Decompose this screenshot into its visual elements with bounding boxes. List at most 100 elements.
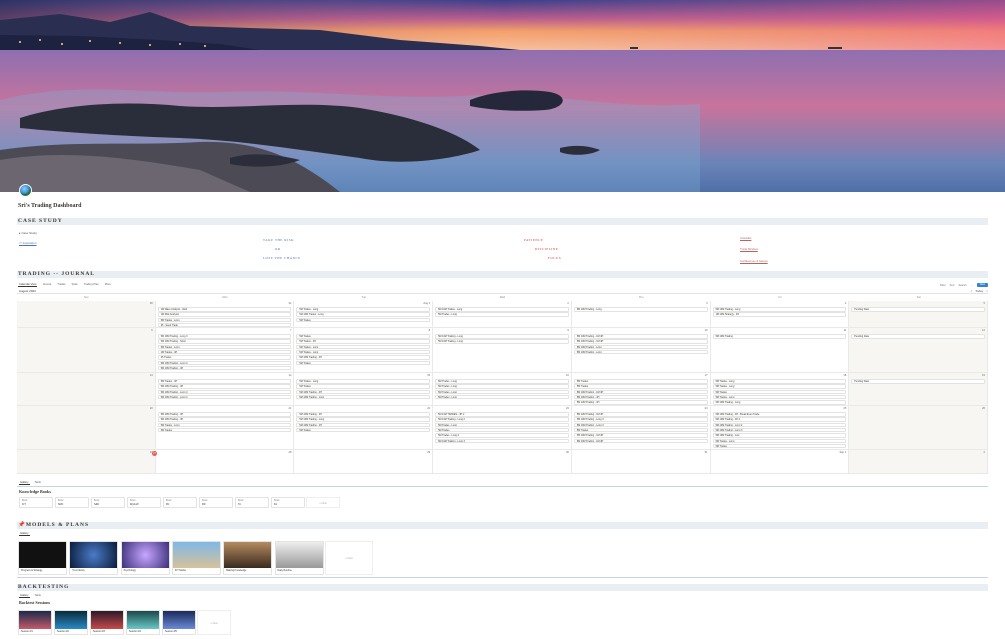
tab-trades[interactable]: Trades [56,283,66,287]
model-card[interactable]: Making Knowledge [223,541,273,575]
knowledge-card[interactable]: Book ICT [19,497,53,508]
knowledge-card[interactable]: Book S&D [91,497,125,508]
calendar-event[interactable]: 5M 10M Trading - 1M 4H [573,334,708,339]
backtest-card[interactable]: Session #2 [54,610,88,635]
calendar-event[interactable]: 5M Trades - Long [712,438,847,444]
calendar-event[interactable]: 5M Trades - Long [296,307,431,312]
calendar-day-cell[interactable]: 19 Pending Data [849,373,988,406]
model-card[interactable]: Progress & Strategy [18,541,67,575]
today-marker[interactable]: 27 [152,451,157,456]
calendar-event[interactable]: 5M Trades - Long [435,394,569,400]
calendar-event[interactable]: 5M 10M Trades - Long [435,307,569,312]
knowledge-card[interactable]: Book RD [199,497,233,508]
calendar-day-cell[interactable]: 27 [17,450,156,474]
tab-knowledge-table[interactable]: Table [34,481,42,485]
calendar-event[interactable]: 5M 10M Trading - Long [296,417,431,422]
calendar-event[interactable]: 5M Trades - 4H [157,379,292,384]
calendar-event[interactable]: 5M Trades - Long [296,379,431,384]
calendar-day-cell[interactable]: 2 5M 10M Trades - Long 5M Trades - Long [433,301,572,328]
calendar-event[interactable]: 5M 10M Trading - Long 2 [435,417,569,422]
calendar-day-cell[interactable]: 30 [433,450,572,474]
backtest-card[interactable]: Session #5 [162,610,196,635]
knowledge-card[interactable]: Book PA [163,497,197,508]
calendar-event[interactable]: 5M 10M Trading - 4H [573,394,708,400]
calendar-day-cell[interactable]: 11 5M 10M Trading [710,328,850,373]
calendar-event[interactable]: 5M Trades [573,379,708,384]
calendar-event[interactable]: 5M Trades - Long [435,379,569,384]
calendar-day-cell[interactable]: 23 5M 10M TRADES - 4H 2 5M 10M Trading - L… [433,406,572,450]
calendar-event[interactable]: 5M 10M TRADES - 4H 2 [435,412,569,417]
calendar-event[interactable]: 5M 10M Trading - Long [435,334,569,339]
model-card[interactable]: Daily Routine [274,541,324,575]
calendar-event[interactable]: 5M Trades [573,384,708,389]
calendar-day-cell[interactable]: 5 Pending Data [849,301,988,328]
calendar-event[interactable]: 5M Trades [573,427,708,433]
knowledge-card[interactable]: Book TA [235,497,269,508]
calendar-event[interactable]: 5M 10M Trading - Long 3 [435,438,569,444]
calendar-event[interactable]: Pending Data [851,379,985,384]
calendar-event[interactable]: 5M 10M Trading - 4H [157,365,292,371]
calendar-event[interactable]: 5M 10M Trading - Long 3 [157,334,292,339]
calendar-event[interactable]: 5M Trades - Long [435,312,569,317]
model-card[interactable]: Trend Entry [69,541,119,575]
calendar-event[interactable]: 5M 10M Trading - 4H [296,355,431,360]
calendar-day-cell[interactable]: 25 5M 10M Trading - 4H - Break Even Trade… [710,406,850,450]
calendar-event[interactable]: 5M 10M Trading - 1M 4H [573,438,708,444]
calendar-event[interactable]: 5M 10M Trading - 1M 4H [573,412,708,417]
calendar-day-cell[interactable]: 6 [17,328,156,373]
calendar-event[interactable]: 5M Trades [296,360,431,366]
calendar-event[interactable]: 5M Trades [157,427,292,433]
tab-models-gallery[interactable]: Gallery [19,532,30,536]
calendar-day-cell[interactable]: 15 5M Trades - Long 5M Trades 5M 10M Tradin… [294,373,434,406]
calendar-day-cell[interactable]: 3 5M 10M Trading - Long [571,301,711,328]
tab-more[interactable]: More [104,283,112,287]
calendar-event[interactable]: Pending Data [851,307,985,312]
new-button[interactable]: New [976,283,988,287]
calendar-day-cell[interactable]: 16 5M Trades - Long 5M Trades - Long 5M Tra… [433,373,572,406]
calendar-event[interactable]: 5M Trades - Long [296,349,431,355]
calendar-day-cell[interactable]: 18 5M Trades - Long 5M Trades - Long 5M Tra… [710,373,850,406]
calendar-event[interactable]: 5M 10M Trading - Long [573,349,708,355]
calendar-event[interactable]: 5M 10M Trading - Low [712,433,847,438]
calendar-event[interactable]: 5M 10M Trading - Long 3 [573,417,708,422]
calendar-event[interactable]: 5M 10M Trades - Long [296,312,431,317]
calendar-event[interactable]: 5M 10M Trading - Long 3 [573,422,708,428]
knowledge-new-button[interactable]: + New [306,497,340,508]
calendar-event[interactable]: 5M Trades [296,384,431,389]
calendar-event[interactable]: 1M Trades - 4H [157,349,292,355]
calendar-event[interactable]: 1M Wave Analysis - Wed [157,307,292,312]
calendar-event[interactable]: 5M 10M Trading - 4H - Break Even Trade [712,412,847,417]
calendar-event[interactable]: Pending Data [851,334,985,339]
calendar-day-cell[interactable]: 9 5M 10M Trading - Long 5M 10M Trading - L… [433,328,572,373]
calendar-day-cell[interactable]: 14 5M Trades - 4H 5M 10M Trading - 4H 5M 10… [155,373,295,406]
calendar-day-cell[interactable]: 21 5M 10M Trading - 4H 5M 10M Trading - 4H… [155,406,295,450]
backtest-card[interactable]: Session #4 [126,610,160,635]
calendar-event[interactable]: 5M 10M Trading - Long [435,339,569,344]
calendar-day-cell[interactable]: 8 5M Trades 5M Trades - 4H 5M Trades - Long… [294,328,434,373]
calendar-event[interactable]: 5M 10M Trading - 4H 2 [712,417,847,422]
calendar-event[interactable]: 25 Trades [157,355,292,360]
calendar-day-cell[interactable]: 17 5M Trades 5M Trades 5M 10M Trading - 1M … [571,373,711,406]
tab-backtesting-table[interactable]: Table [34,594,42,598]
calendar-event[interactable]: 5M 10M Trading - 4H [296,412,431,417]
more-button[interactable]: ... [971,284,973,287]
calendar-event[interactable]: 5M Trades - Long 4 [435,433,569,438]
case-study-toggle[interactable]: ▸ Case Study [19,231,37,235]
calendar-event[interactable]: 1M Risk Analysis [157,312,292,317]
calendar-event[interactable]: 5M 10M Trading - Long [573,344,708,350]
calendar-event[interactable]: 5M 10M Trading - 4H [157,384,292,389]
calendar-event[interactable]: 5M 10M Trading - 4H [296,389,431,395]
backtest-card[interactable]: Session #1 [18,610,52,635]
calendar-event[interactable]: 5M 10M Trading [712,334,847,339]
model-card[interactable]: ICT Model [171,541,221,575]
calendar-event[interactable]: 5M Trades - Long [435,422,569,428]
calendar-event[interactable]: 5M 10M Trading - 4H [157,417,292,422]
calendar-event[interactable]: 5M 10M Trading - 1M 4H [573,389,708,395]
calendar-event[interactable]: 5M Trades [296,334,431,339]
trade-mindset-link[interactable]: Trade Mindset [740,247,758,251]
calendar-event[interactable]: 5M 10M Trading - 4H [296,422,431,428]
calendar-event[interactable]: 5M 10M Trading - 4H [573,400,708,405]
calendar-event[interactable]: 5M Trades - Long [157,317,292,323]
calendar-day-cell[interactable]: 30 [17,301,156,328]
filter-button[interactable]: Filter [940,284,946,287]
